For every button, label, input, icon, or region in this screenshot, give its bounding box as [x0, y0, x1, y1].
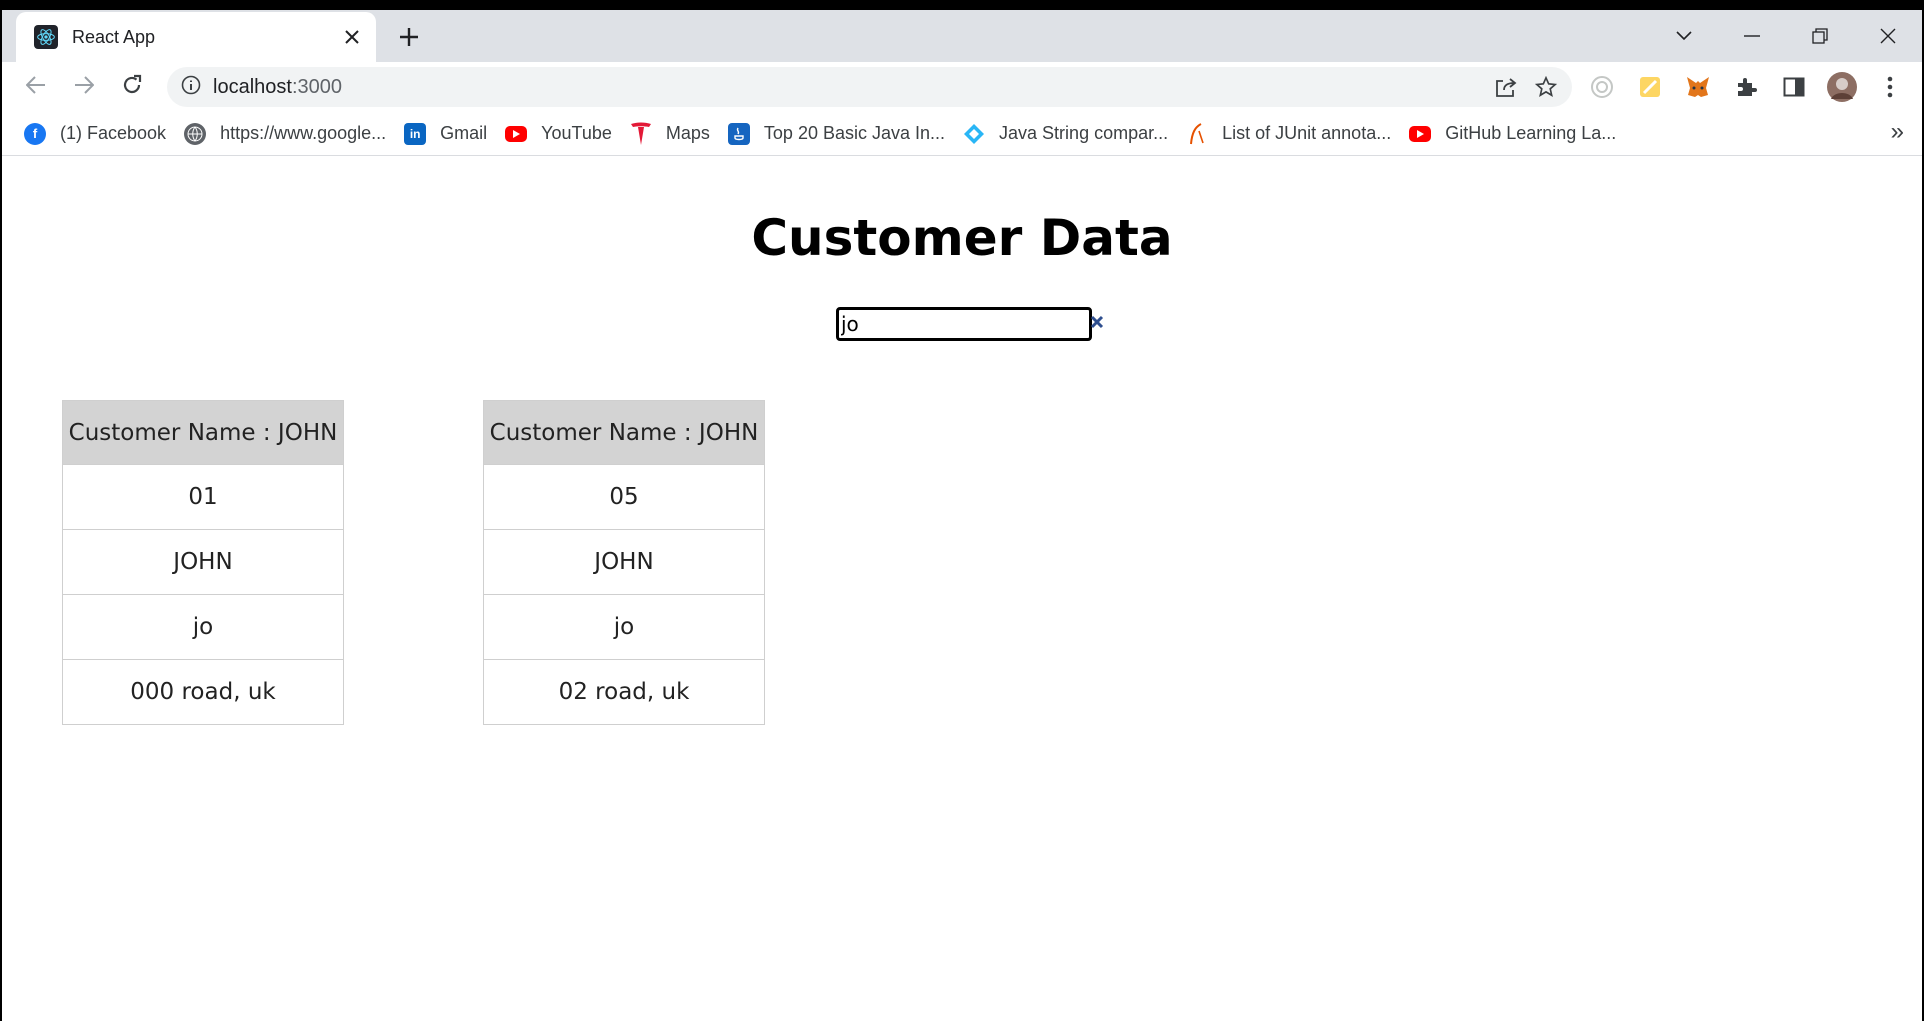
bookmark-facebook[interactable]: f (1) Facebook: [24, 118, 174, 150]
close-window-icon[interactable]: [1870, 18, 1906, 54]
new-tab-button[interactable]: [392, 20, 426, 54]
customer-id: 05: [484, 464, 764, 529]
reload-button[interactable]: [112, 67, 152, 107]
extension-pencil-icon[interactable]: [1630, 67, 1670, 107]
customer-name: JOHN: [63, 529, 343, 594]
url-text: localhost:3000: [213, 76, 1486, 99]
tesla-icon: [630, 122, 652, 145]
url-port: :3000: [291, 75, 342, 98]
avatar[interactable]: [1822, 67, 1862, 107]
arrow-left-icon: [25, 75, 46, 99]
customer-nickname: jo: [63, 594, 343, 659]
customer-card-header: Customer Name : JOHN: [484, 401, 764, 464]
forward-button[interactable]: [64, 67, 104, 107]
browser-window: React App localhost:3000 f (1) Facebook …: [0, 10, 1924, 1021]
tab-search-icon[interactable]: [1666, 18, 1702, 54]
customer-card: Customer Name : JOHN 01 JOHN jo 000 road…: [62, 400, 344, 725]
bookmark-label: (1) Facebook: [60, 123, 167, 143]
bookmark-label: List of JUnit annota...: [1222, 123, 1392, 143]
puzzle-icon[interactable]: [1726, 67, 1766, 107]
customer-card-header: Customer Name : JOHN: [63, 401, 343, 464]
customer-address: 000 road, uk: [63, 659, 343, 724]
minimize-icon[interactable]: [1734, 18, 1770, 54]
more-menu-icon[interactable]: [1870, 67, 1910, 107]
restore-icon[interactable]: [1802, 18, 1838, 54]
info-icon[interactable]: [181, 75, 201, 100]
junit-icon: [1186, 122, 1208, 145]
extension-circle-icon[interactable]: [1582, 67, 1622, 107]
customer-card: Customer Name : JOHN 05 JOHN jo 02 road,…: [483, 400, 765, 725]
bookmark-label: YouTube: [541, 123, 612, 143]
page-content: Customer Data Customer Name : JOHN 01 JO…: [2, 157, 1922, 1021]
arrow-right-icon: [74, 75, 95, 99]
bookmark-label: Gmail: [440, 123, 488, 143]
java-icon: [727, 122, 750, 145]
url-host: localhost: [213, 75, 292, 98]
close-tab-icon[interactable]: [340, 25, 364, 49]
back-button[interactable]: [16, 67, 56, 107]
youtube-icon: [1409, 125, 1432, 142]
customer-id: 01: [63, 464, 343, 529]
bookmark-java-top20[interactable]: Top 20 Basic Java In...: [727, 118, 953, 150]
tab-strip: React App: [2, 10, 1922, 62]
share-icon[interactable]: [1486, 67, 1526, 107]
youtube-icon: [505, 125, 528, 142]
reload-icon: [121, 74, 143, 101]
diamond-icon: [963, 123, 985, 145]
close-icon: [1090, 315, 1104, 334]
bookmark-maps[interactable]: Maps: [630, 118, 718, 150]
bookmark-google[interactable]: https://www.google...: [184, 118, 394, 150]
bookmark-label: Java String compar...: [999, 123, 1169, 143]
address-bar[interactable]: localhost:3000: [167, 67, 1572, 107]
bookmarks-bar: f (1) Facebook https://www.google... in …: [2, 112, 1922, 156]
bookmark-github-learning[interactable]: GitHub Learning La...: [1409, 118, 1624, 150]
bookmark-gmail[interactable]: in Gmail: [404, 118, 495, 150]
react-icon: [34, 25, 58, 49]
customer-nickname: jo: [484, 594, 764, 659]
facebook-icon: f: [24, 122, 46, 145]
browser-toolbar: localhost:3000: [2, 62, 1922, 112]
bookmark-label: https://www.google...: [220, 123, 387, 143]
bookmark-label: Top 20 Basic Java In...: [763, 123, 946, 143]
tab-title: React App: [72, 26, 156, 47]
search-box: [836, 307, 1104, 341]
bookmark-youtube[interactable]: YouTube: [505, 118, 620, 150]
bookmark-label: GitHub Learning La...: [1445, 123, 1617, 143]
bookmark-junit[interactable]: List of JUnit annota...: [1186, 118, 1399, 150]
star-icon[interactable]: [1526, 67, 1566, 107]
tab-react-app[interactable]: React App: [16, 12, 376, 62]
bookmarks-overflow-button[interactable]: »: [1891, 118, 1904, 146]
bookmark-java-string[interactable]: Java String compar...: [963, 118, 1176, 150]
customer-address: 02 road, uk: [484, 659, 764, 724]
customer-name: JOHN: [484, 529, 764, 594]
linkedin-icon: in: [404, 122, 427, 145]
bookmark-label: Maps: [665, 123, 710, 143]
side-panel-icon[interactable]: [1774, 67, 1814, 107]
clear-search-button[interactable]: [1090, 311, 1104, 337]
search-input[interactable]: [839, 310, 1090, 338]
globe-icon: [184, 122, 207, 145]
metamask-fox-icon[interactable]: [1678, 67, 1718, 107]
page-title: Customer Data: [751, 209, 1173, 267]
